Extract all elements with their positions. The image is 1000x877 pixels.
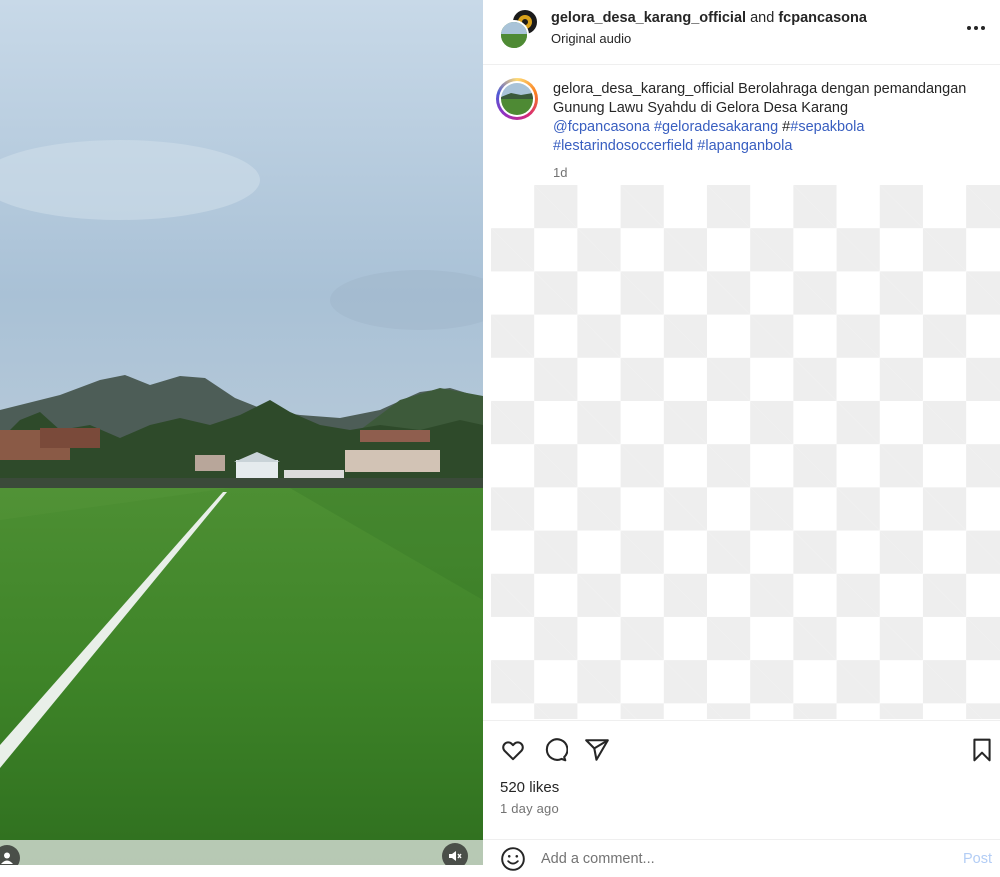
collab-avatars[interactable] (499, 8, 539, 50)
more-horizontal-icon (967, 26, 985, 30)
post-header: gelora_desa_karang_official and fcpancas… (483, 0, 1000, 65)
field-landscape-image (0, 0, 483, 865)
post-detail-pane: gelora_desa_karang_official and fcpancas… (483, 0, 1000, 871)
likes-count[interactable]: 520 likes (500, 779, 559, 796)
user-tag-icon (1, 852, 13, 864)
post-caption: gelora_desa_karang_official Berolahraga … (553, 80, 973, 156)
avatar[interactable] (496, 78, 538, 120)
hashtag-link[interactable]: #geloradesakarang (654, 119, 778, 135)
comment-composer: Post (483, 839, 1000, 872)
emoji-button[interactable] (500, 846, 526, 872)
conjunction-text: and (750, 10, 775, 26)
muted-speaker-icon (449, 851, 462, 861)
bookmark-icon (973, 738, 991, 762)
username-link[interactable]: gelora_desa_karang_official (551, 10, 746, 26)
mute-toggle-button[interactable] (442, 843, 468, 865)
comment-button[interactable] (542, 737, 569, 763)
like-button[interactable] (500, 737, 526, 763)
caption-username[interactable]: gelora_desa_karang_official (553, 81, 734, 97)
username-link[interactable]: fcpancasona (778, 10, 867, 26)
collab-usernames: gelora_desa_karang_official and fcpancas… (551, 10, 867, 26)
hashtag-link[interactable]: #sepakbola (790, 119, 864, 135)
emoji-icon (501, 847, 525, 871)
action-bar: 520 likes 1 day ago Post (483, 720, 1000, 871)
post-date[interactable]: 1 day ago (500, 801, 559, 816)
audio-link[interactable]: Original audio (551, 31, 631, 46)
hashtag-link[interactable]: #lestarindosoccerfield (553, 138, 693, 154)
post-media-video[interactable] (0, 0, 483, 865)
share-button[interactable] (584, 737, 610, 763)
caption-timestamp[interactable]: 1d (553, 165, 567, 180)
save-button[interactable] (969, 737, 995, 763)
mention-link[interactable]: @fcpancasona (553, 119, 650, 135)
avatar-image (501, 83, 533, 115)
more-options-button[interactable] (962, 16, 990, 40)
avatar-gelora[interactable] (499, 20, 529, 50)
heart-icon (502, 741, 524, 761)
comment-bubble-icon (545, 738, 569, 762)
hashtag-link[interactable]: #lapanganbola (697, 138, 792, 154)
transparent-placeholder-area (491, 185, 1000, 719)
paper-plane-icon (585, 739, 609, 761)
